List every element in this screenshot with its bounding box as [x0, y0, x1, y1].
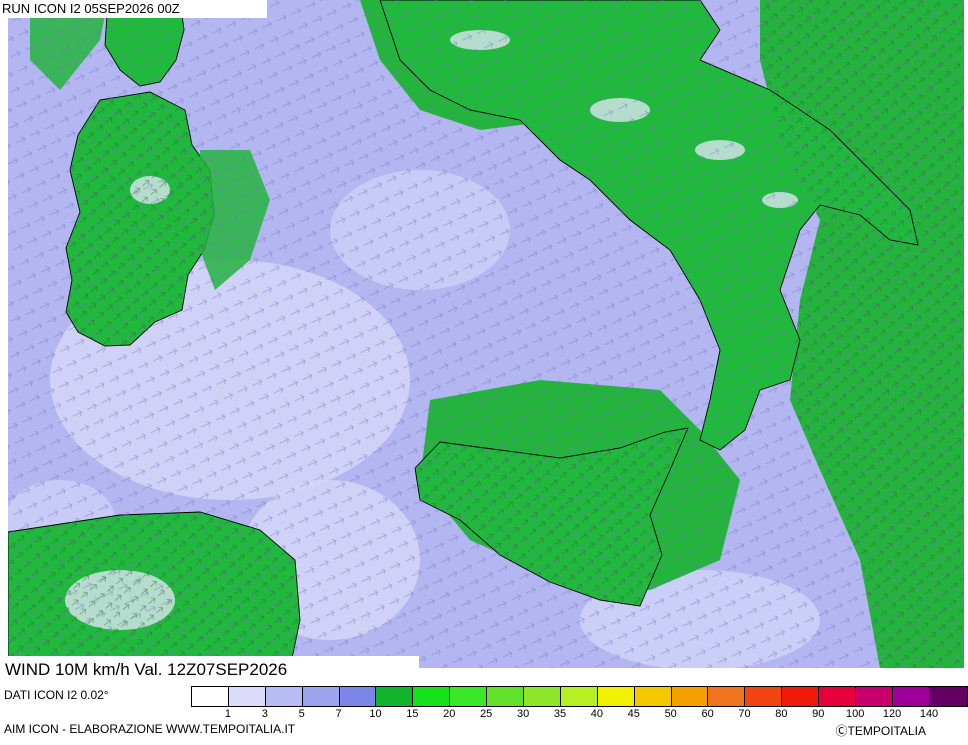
legend-tick: 120 — [882, 708, 902, 720]
legend-swatch — [745, 687, 783, 706]
legend-swatch — [892, 687, 930, 706]
wind-map — [8, 0, 964, 668]
legend-tick: 1 — [224, 708, 231, 720]
run-label: RUN ICON I2 05SEP2026 00Z — [0, 0, 267, 18]
legend-swatch — [856, 687, 893, 706]
legend-swatch — [819, 687, 857, 706]
validity-label: WIND 10M km/h Val. 12Z07SEP2026 — [0, 656, 419, 684]
legend-swatch — [671, 687, 709, 706]
legend-swatch — [560, 687, 598, 706]
legend-swatch — [708, 687, 746, 706]
legend-tick: 20 — [443, 708, 456, 720]
legend-tick: 30 — [516, 708, 530, 720]
credit-label: AIM ICON - ELABORAZIONE WWW.TEMPOITALIA.… — [4, 722, 296, 736]
legend-tick: 40 — [590, 708, 604, 720]
legend-swatch — [339, 687, 377, 706]
legend-ticks: 1 3 5 7 10 15 20 25 30 35 40 45 50 60 70 80 90 100 120 140 — [191, 708, 967, 722]
legend-swatch — [929, 687, 967, 706]
legend-swatch — [634, 687, 672, 706]
legend-swatch — [782, 687, 820, 706]
legend-tick: 60 — [701, 708, 714, 720]
legend-tick: 80 — [775, 708, 788, 720]
legend-tick: 70 — [738, 708, 751, 720]
copyright-label: ⒸTEMPOITALIA — [835, 724, 926, 738]
legend-tick: 90 — [812, 708, 825, 720]
legend-swatch — [376, 687, 414, 706]
legend-swatch — [192, 687, 229, 706]
legend-swatch — [302, 687, 340, 706]
legend-swatch — [597, 687, 635, 706]
legend-tick: 50 — [664, 708, 677, 720]
legend-swatch — [524, 687, 561, 706]
data-source-label: DATI ICON I2 0.02° — [4, 688, 109, 702]
wind-speed-legend — [191, 686, 968, 707]
legend-tick: 5 — [298, 708, 305, 720]
legend-swatch — [487, 687, 525, 706]
legend-tick: 140 — [919, 708, 939, 720]
legend-swatch — [413, 687, 451, 706]
legend-tick: 100 — [846, 708, 865, 720]
legend-tick: 45 — [627, 708, 640, 720]
legend-tick: 35 — [553, 708, 567, 720]
legend-tick: 10 — [369, 708, 382, 720]
legend-tick: 15 — [406, 708, 419, 720]
legend-tick: 3 — [261, 708, 268, 720]
legend-tick: 25 — [480, 708, 493, 720]
legend-swatch — [228, 687, 266, 706]
legend-swatch — [265, 687, 303, 706]
legend-tick: 7 — [335, 708, 342, 720]
legend-swatch — [450, 687, 488, 706]
